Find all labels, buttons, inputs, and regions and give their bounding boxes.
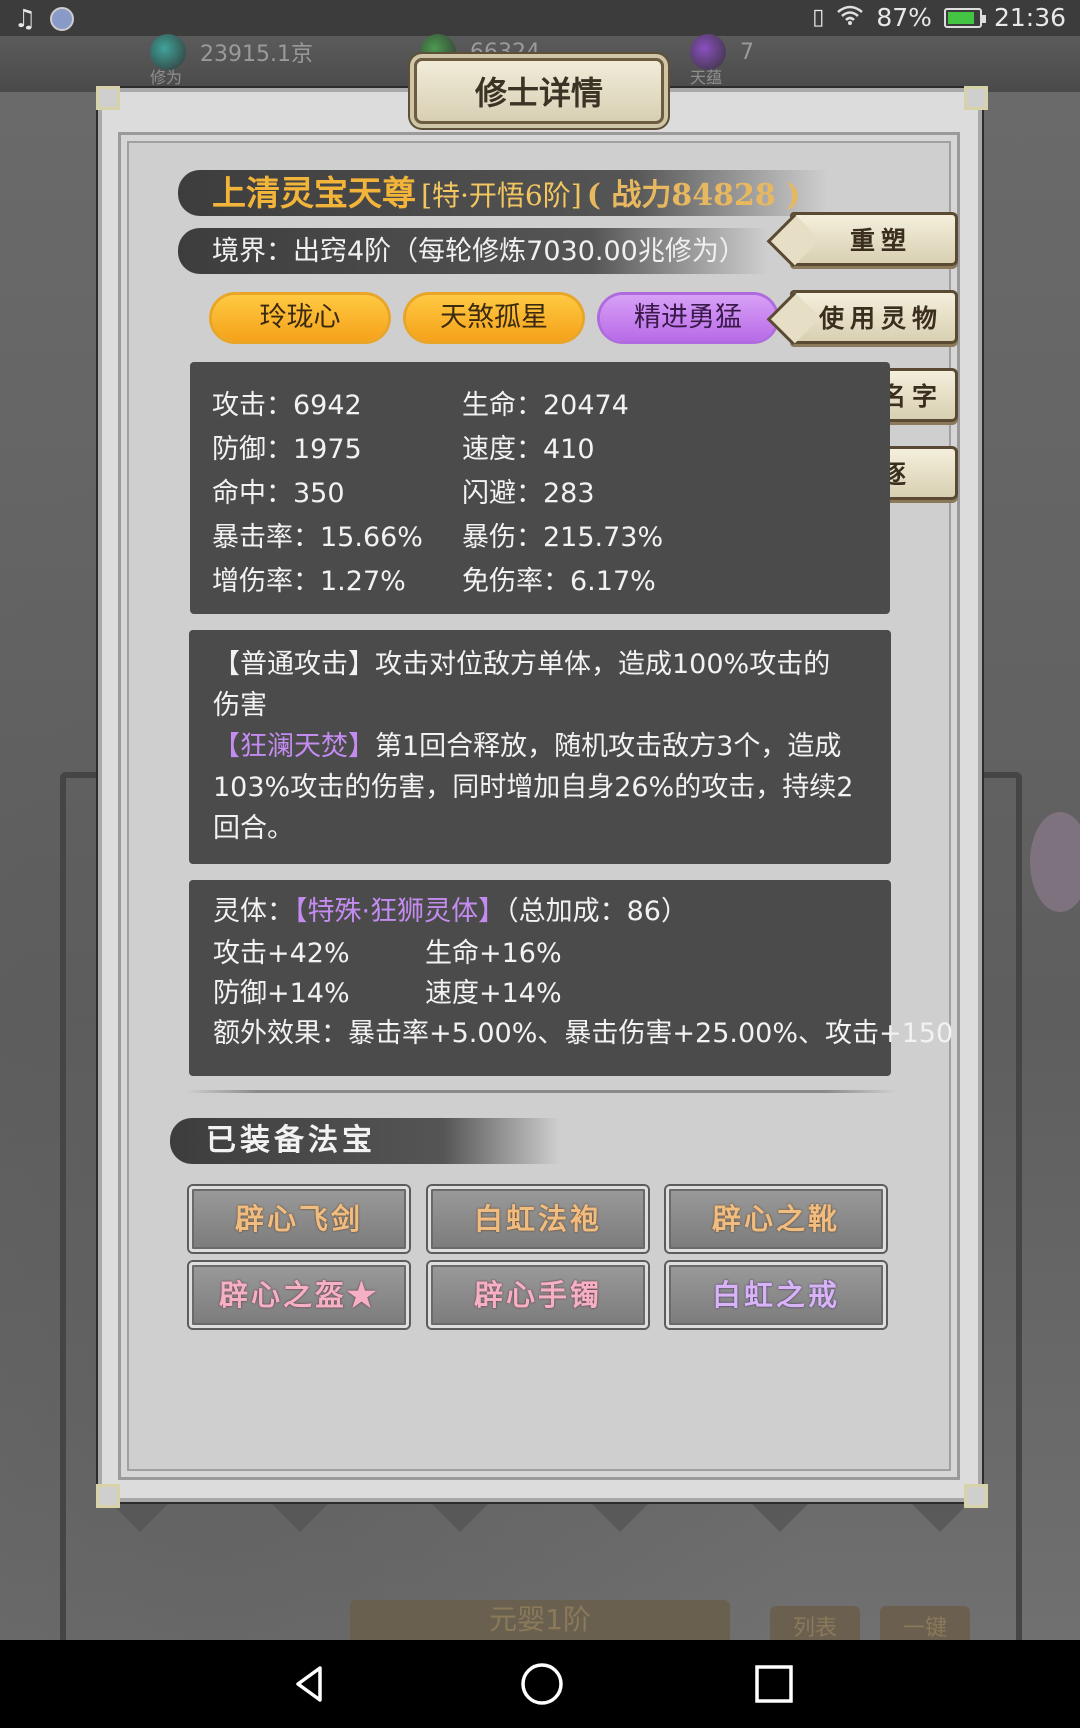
treasure-slot[interactable]: 白虹之戒 [666, 1262, 886, 1328]
stat-hp: 生命：20474 [462, 390, 629, 421]
bg-realm-label: 元婴1阶 [350, 1600, 730, 1640]
battery-percent: 87% [876, 3, 932, 32]
stat-damage-increase: 增伤率：1.27% [212, 566, 406, 597]
resource-tianyun: 7 天蕴 [690, 34, 754, 87]
skill-name: 【狂澜天焚】 [213, 731, 375, 762]
bg-avatar [1030, 812, 1080, 912]
realm-info: 境界：出窍4阶（每轮修炼7030.00兆修为） [212, 236, 746, 267]
spirit-speed-bonus: 速度+14% [425, 978, 562, 1009]
stat-speed: 速度：410 [462, 434, 595, 465]
battery-icon [943, 7, 986, 28]
dialog-title: 修士详情 [414, 58, 664, 124]
dialog-corner [964, 86, 988, 110]
cultivator-header: 上清灵宝天尊 [特·开悟6阶] ( 战力84828 ) [212, 172, 800, 216]
music-icon: ♫ [14, 4, 37, 33]
treasure-slot[interactable]: 辟心手镯 [428, 1262, 648, 1328]
spirit-body-panel: 灵体：【特殊·狂狮灵体】（总加成：86） 攻击+42% 生命+16% 防御+14… [189, 880, 953, 1076]
spirit-attack-bonus: 攻击+42% [213, 938, 350, 969]
navigation-bar [0, 1640, 1080, 1728]
skill-name: 【普通攻击】 [213, 649, 375, 680]
vibrate-icon: ▯ [812, 5, 825, 30]
cultivator-rank: [特·开悟6阶] [421, 179, 582, 212]
stat-attack: 攻击：6942 [212, 390, 362, 421]
treasure-slot[interactable]: 辟心之盔★ [189, 1262, 409, 1328]
stat-crit-rate: 暴击率：15.66% [212, 522, 423, 553]
normal-attack-desc: 【普通攻击】攻击对位敌方单体，造成100%攻击的 伤害 [213, 649, 831, 721]
spirit-hp-bonus: 生命+16% [425, 938, 562, 969]
reshape-button[interactable]: 重塑 [790, 212, 958, 266]
trait-badge[interactable]: 天煞孤星 [406, 295, 582, 341]
combat-power: ( 战力84828 ) [586, 178, 801, 213]
stat-damage-reduction: 免伤率：6.17% [462, 566, 656, 597]
back-icon[interactable] [286, 1660, 334, 1708]
dialog-corner [96, 86, 120, 110]
treasure-slot[interactable]: 辟心之靴 [666, 1186, 886, 1252]
stats-panel: 攻击：6942 生命：20474 防御：1975 速度：410 命中：350 闪… [190, 362, 890, 614]
use-item-button[interactable]: 使用灵物 [790, 290, 958, 344]
recents-icon[interactable] [750, 1660, 798, 1708]
trait-badge[interactable]: 精进勇猛 [600, 295, 776, 341]
clock: 21:36 [993, 3, 1066, 32]
spirit-body-header: 灵体：【特殊·狂狮灵体】（总加成：86） [213, 896, 688, 927]
dialog-corner [964, 1484, 988, 1508]
wifi-icon [836, 3, 864, 32]
spirit-extra-effect: 额外效果：暴击率+5.00%、暴击伤害+25.00%、攻击+150 [213, 1018, 954, 1049]
stat-dodge: 闪避：283 [462, 478, 595, 509]
stat-crit-damage: 暴伤：215.73% [462, 522, 664, 553]
cultivator-name: 上清灵宝天尊 [212, 174, 416, 214]
skills-panel: 【普通攻击】攻击对位敌方单体，造成100%攻击的 伤害 【狂澜天焚】第1回合释放… [189, 630, 891, 864]
special-skill-desc: 【狂澜天焚】第1回合释放，随机攻击敌方3个，造成 103%攻击的伤害，同时增加自… [213, 731, 854, 844]
status-bar: ♫ ▯ 87% 21:36 [0, 0, 1080, 36]
dialog-corner [96, 1484, 120, 1508]
home-icon[interactable] [518, 1660, 566, 1708]
section-divider [186, 1090, 896, 1093]
treasure-slot[interactable]: 白虹法袍 [428, 1186, 648, 1252]
spirit-defense-bonus: 防御+14% [213, 978, 350, 1009]
spirit-body-name: 【特殊·狂狮灵体】 [294, 896, 506, 927]
trait-badge[interactable]: 玲珑心 [212, 295, 388, 341]
app-badge-icon [50, 6, 75, 31]
treasure-slot[interactable]: 辟心飞剑 [189, 1186, 409, 1252]
resource-cultivation: 23915.1京 修为 [150, 34, 313, 87]
equipped-treasures-title: 已装备法宝 [206, 1123, 376, 1158]
stat-defense: 防御：1975 [212, 434, 362, 465]
stat-hit: 命中：350 [212, 478, 345, 509]
